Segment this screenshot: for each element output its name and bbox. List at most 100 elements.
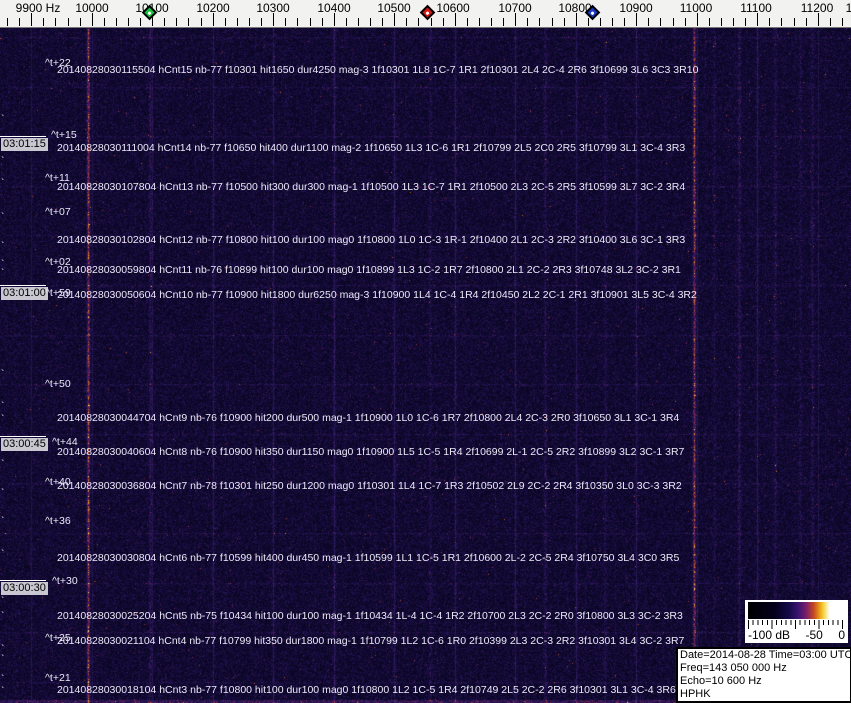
- freq-minor-tick: [297, 18, 298, 26]
- freq-major-tick: [92, 13, 93, 26]
- edge-tick-mark: `: [1, 156, 5, 167]
- freq-minor-tick: [55, 18, 56, 26]
- freq-major-tick: [334, 13, 335, 26]
- freq-minor-tick: [527, 18, 528, 26]
- edge-tick-mark: `: [1, 611, 5, 622]
- detection-time-tag: ^t+36: [45, 515, 71, 527]
- edge-tick-mark: `: [1, 401, 5, 412]
- time-label: 03:01:00: [1, 287, 48, 300]
- freq-minor-tick: [660, 18, 661, 26]
- freq-axis-label: 9900 Hz: [15, 1, 61, 15]
- edge-tick-mark: `: [1, 369, 5, 380]
- observation-info-box: Date=2014-08-28 Time=03:00 UTC Freq=143 …: [676, 647, 851, 703]
- freq-minor-tick: [237, 18, 238, 26]
- marker-center-dot: [147, 10, 152, 15]
- freq-major-tick: [576, 13, 577, 26]
- info-frequency: Freq=143 050 000 Hz: [680, 662, 787, 674]
- db-min-label: -100 dB: [748, 628, 791, 642]
- edge-tick-mark: `: [1, 488, 5, 499]
- detection-log-line: 20140828030018104 hCnt3 nb-77 f10800 hit…: [57, 684, 676, 696]
- freq-minor-tick: [176, 18, 177, 26]
- freq-major-tick: [697, 13, 698, 26]
- freq-minor-tick: [346, 18, 347, 26]
- freq-minor-tick: [769, 18, 770, 26]
- freq-minor-tick: [406, 18, 407, 26]
- freq-minor-tick: [7, 18, 8, 26]
- freq-minor-tick: [285, 18, 286, 26]
- freq-minor-tick: [552, 18, 553, 26]
- freq-minor-tick: [600, 18, 601, 26]
- freq-minor-tick: [685, 18, 686, 26]
- freq-minor-tick: [491, 18, 492, 26]
- freq-major-tick: [273, 13, 274, 26]
- annotation-overlay-layer: 03:01:15 03:01:00 03:00:45 03:00:30 ` ` ` ` ` ` ` `…: [0, 0, 851, 703]
- detection-log-line: 20140828030107804 hCnt13 nb-77 f10500 hi…: [57, 181, 686, 193]
- time-label: 03:00:30: [1, 582, 48, 595]
- marker-center-dot: [425, 10, 430, 15]
- edge-tick-mark: `: [1, 644, 5, 655]
- time-tick-line: [0, 136, 46, 137]
- spectrogram-app-window: 9900 Hz100001010010200103001040010500106…: [0, 0, 851, 703]
- freq-minor-tick: [781, 18, 782, 26]
- edge-tick-mark: `: [1, 516, 5, 527]
- info-echo-frequency: Echo=10 600 Hz: [680, 675, 762, 687]
- freq-minor-tick: [733, 18, 734, 26]
- freq-minor-tick: [709, 18, 710, 26]
- freq-minor-tick: [225, 18, 226, 26]
- detection-log-line: 20140828030025204 hCnt5 nb-75 f10434 hit…: [57, 610, 683, 622]
- freq-minor-tick: [188, 18, 189, 26]
- db-scale-labels: -100 dB -50 0: [748, 629, 845, 642]
- freq-minor-tick: [116, 18, 117, 26]
- freq-minor-tick: [806, 18, 807, 26]
- time-label: 03:01:15: [1, 138, 48, 151]
- info-station-code: HPHK: [680, 688, 711, 700]
- freq-axis-label: 10600: [436, 1, 470, 15]
- freq-minor-tick: [418, 18, 419, 26]
- freq-axis-label: 11100: [740, 1, 772, 15]
- freq-minor-tick: [201, 18, 202, 26]
- detection-log-line: 20140828030111004 hCnt14 nb-77 f10650 hi…: [57, 142, 686, 154]
- freq-minor-tick: [310, 18, 311, 26]
- detection-time-tag: ^t+50: [45, 378, 71, 390]
- freq-minor-tick: [745, 18, 746, 26]
- freq-axis-label: 11200: [800, 1, 834, 15]
- detection-log-line: 20140828030050604 hCnt10 nb-77 f10900 hi…: [57, 289, 697, 301]
- freq-minor-tick: [164, 18, 165, 26]
- freq-minor-tick: [588, 18, 589, 26]
- edge-tick-mark: `: [1, 596, 5, 607]
- detection-time-tag: ^t+30: [52, 575, 78, 587]
- edge-tick-mark: `: [1, 268, 5, 279]
- freq-minor-tick: [721, 18, 722, 26]
- freq-minor-tick: [479, 18, 480, 26]
- freq-minor-tick: [539, 18, 540, 26]
- detection-time-tag: ^t+21: [45, 672, 71, 684]
- detection-time-tag: ^t+15: [51, 129, 77, 141]
- detection-log-line: 20140828030021104 hCnt4 nb-77 f10799 hit…: [57, 635, 685, 647]
- freq-major-tick: [455, 13, 456, 26]
- freq-major-tick: [818, 13, 819, 26]
- freq-minor-tick: [382, 18, 383, 26]
- edge-tick-mark: `: [1, 178, 5, 189]
- detection-log-line: 20140828030102804 hCnt12 nb-77 f10800 hi…: [57, 234, 686, 246]
- freq-minor-tick: [80, 18, 81, 26]
- detection-log-line: 20140828030040604 hCnt8 nb-76 f10900 hit…: [57, 446, 685, 458]
- time-tick-line: [0, 285, 46, 286]
- edge-tick-mark: `: [1, 241, 5, 252]
- freq-major-tick: [757, 13, 758, 26]
- detection-log-line: 20140828030115504 hCnt15 nb-77 f10301 hi…: [57, 64, 699, 76]
- info-date-time: Date=2014-08-28 Time=03:00 UTC: [680, 649, 851, 661]
- freq-major-tick: [394, 13, 395, 26]
- edge-tick-mark: `: [1, 114, 5, 125]
- detection-log-line: 20140828030044704 hCnt9 nb-76 f10900 hit…: [57, 412, 680, 424]
- freq-minor-tick: [443, 18, 444, 26]
- edge-tick-mark: `: [1, 654, 5, 665]
- freq-minor-tick: [261, 18, 262, 26]
- time-label: 03:00:45: [1, 438, 48, 451]
- freq-minor-tick: [503, 18, 504, 26]
- freq-major-tick: [515, 13, 516, 26]
- freq-minor-tick: [43, 18, 44, 26]
- freq-major-tick: [213, 13, 214, 26]
- edge-tick-mark: `: [1, 549, 5, 560]
- freq-axis-label: 1: [845, 1, 851, 15]
- detection-log-line: 20140828030059804 hCnt11 nb-76 f10899 hi…: [57, 264, 681, 276]
